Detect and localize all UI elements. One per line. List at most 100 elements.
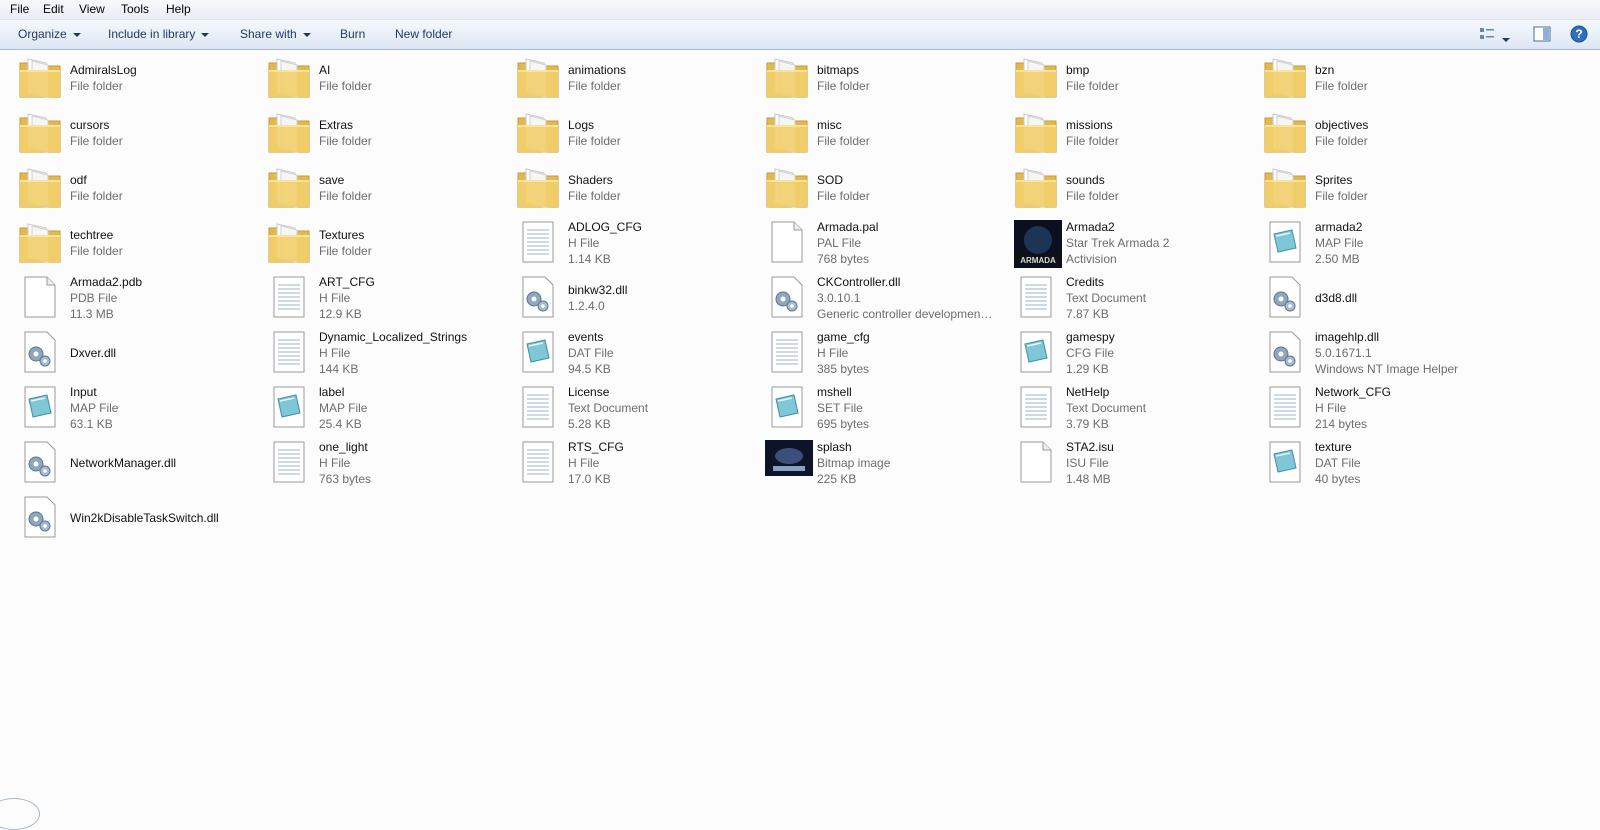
share-with-button[interactable]: Share with xyxy=(240,27,311,41)
folder-item[interactable]: SOD File folder xyxy=(747,160,996,215)
organize-button[interactable]: Organize xyxy=(18,27,81,41)
file-item[interactable]: ARMADA Armada2 Star Trek Armada 2 Activisio… xyxy=(996,215,1245,270)
include-in-library-button[interactable]: Include in library xyxy=(108,27,210,41)
file-item[interactable]: Dxver.dll xyxy=(0,325,249,380)
menu-edit[interactable]: Edit xyxy=(43,2,64,16)
item-detail: 768 bytes xyxy=(817,252,870,266)
folder-item[interactable]: Sprites File folder xyxy=(1245,160,1494,215)
file-item[interactable]: events DAT File 94.5 KB xyxy=(498,325,747,380)
file-item[interactable]: label MAP File 25.4 KB xyxy=(249,380,498,435)
folder-icon xyxy=(267,55,315,103)
file-item[interactable]: d3d8.dll xyxy=(1245,270,1494,325)
folder-item[interactable]: AI File folder xyxy=(249,50,498,105)
menu-help[interactable]: Help xyxy=(166,2,191,16)
item-detail: File folder xyxy=(319,79,372,93)
folder-item[interactable]: bzn File folder xyxy=(1245,50,1494,105)
item-name: save xyxy=(319,173,345,187)
file-item[interactable]: Win2kDisableTaskSwitch.dll xyxy=(0,490,249,545)
preview-pane-icon[interactable] xyxy=(1533,26,1551,45)
folder-icon xyxy=(18,220,66,268)
file-item[interactable]: texture DAT File 40 bytes xyxy=(1245,435,1494,490)
view-dropdown-chevron-icon[interactable] xyxy=(1502,32,1510,46)
file-item[interactable]: NetworkManager.dll xyxy=(0,435,249,490)
folder-item[interactable]: odf File folder xyxy=(0,160,249,215)
folder-item[interactable]: Extras File folder xyxy=(249,105,498,160)
folder-item[interactable]: missions File folder xyxy=(996,105,1245,160)
file-item[interactable]: armada2 MAP File 2.50 MB xyxy=(1245,215,1494,270)
item-text: mshell SET File 695 bytes xyxy=(817,384,995,432)
folder-item[interactable]: bmp File folder xyxy=(996,50,1245,105)
share-label: Share with xyxy=(240,27,297,41)
folder-item[interactable]: objectives File folder xyxy=(1245,105,1494,160)
file-item[interactable]: NetHelp Text Document 3.79 KB xyxy=(996,380,1245,435)
folder-item[interactable]: Textures File folder xyxy=(249,215,498,270)
file-item[interactable]: STA2.isu ISU File 1.48 MB xyxy=(996,435,1245,490)
menu-file[interactable]: File xyxy=(10,2,29,16)
folder-item[interactable]: misc File folder xyxy=(747,105,996,160)
item-name: NetworkManager.dll xyxy=(70,456,177,470)
file-item[interactable]: mshell SET File 695 bytes xyxy=(747,380,996,435)
new-folder-button[interactable]: New folder xyxy=(395,27,452,41)
text-file-icon xyxy=(267,275,315,323)
item-detail: File folder xyxy=(1066,79,1119,93)
folder-icon xyxy=(1014,110,1062,158)
file-item[interactable]: Input MAP File 63.1 KB xyxy=(0,380,249,435)
file-item[interactable]: game_cfg H File 385 bytes xyxy=(747,325,996,380)
item-name: events xyxy=(568,330,604,344)
burn-button[interactable]: Burn xyxy=(340,27,365,41)
file-item[interactable]: CKController.dll 3.0.10.1 Generic controll… xyxy=(747,270,996,325)
file-item[interactable]: binkw32.dll 1.2.4.0 xyxy=(498,270,747,325)
file-item[interactable]: License Text Document 5.28 KB xyxy=(498,380,747,435)
folder-icon xyxy=(267,220,315,268)
item-name: splash xyxy=(817,440,852,454)
folder-item[interactable]: animations File folder xyxy=(498,50,747,105)
item-name: cursors xyxy=(70,118,110,132)
file-item[interactable]: gamespy CFG File 1.29 KB xyxy=(996,325,1245,380)
file-item[interactable]: imagehlp.dll 5.0.1671.1 Windows NT Image H… xyxy=(1245,325,1494,380)
file-item[interactable]: one_light H File 763 bytes xyxy=(249,435,498,490)
item-detail: File folder xyxy=(319,134,372,148)
folder-item[interactable]: sounds File folder xyxy=(996,160,1245,215)
item-name: ART_CFG xyxy=(319,275,375,289)
file-item[interactable]: Network_CFG H File 214 bytes xyxy=(1245,380,1494,435)
folder-item[interactable]: Shaders File folder xyxy=(498,160,747,215)
help-icon[interactable]: ? xyxy=(1570,25,1588,46)
item-text: Armada2 Star Trek Armada 2 Activision xyxy=(1066,219,1244,267)
item-text: cursors File folder xyxy=(70,117,248,149)
file-item[interactable]: Dynamic_Localized_Strings H File 144 KB xyxy=(249,325,498,380)
item-name: ADLOG_CFG xyxy=(568,220,643,234)
file-item[interactable]: Credits Text Document 7.87 KB xyxy=(996,270,1245,325)
menu-view[interactable]: View xyxy=(79,2,105,16)
menu-tools[interactable]: Tools xyxy=(121,2,149,16)
folder-item[interactable]: bitmaps File folder xyxy=(747,50,996,105)
folder-item[interactable]: Logs File folder xyxy=(498,105,747,160)
folder-item[interactable]: cursors File folder xyxy=(0,105,249,160)
file-item[interactable]: splash Bitmap image 225 KB xyxy=(747,435,996,490)
item-text: Armada.pal PAL File 768 bytes xyxy=(817,219,995,267)
map-file-icon xyxy=(18,385,66,433)
file-item[interactable]: ADLOG_CFG H File 1.14 KB xyxy=(498,215,747,270)
folder-icon xyxy=(516,110,564,158)
item-name: techtree xyxy=(70,228,114,242)
text-file-icon xyxy=(267,440,315,488)
file-item[interactable]: Armada.pal PAL File 768 bytes xyxy=(747,215,996,270)
file-item[interactable]: ART_CFG H File 12.9 KB xyxy=(249,270,498,325)
map-file-icon xyxy=(765,385,813,433)
map-file-icon xyxy=(1263,220,1311,268)
folder-icon xyxy=(1263,110,1311,158)
item-detail: 144 KB xyxy=(319,362,359,376)
folder-item[interactable]: save File folder xyxy=(249,160,498,215)
item-detail: Text Document xyxy=(1066,291,1147,305)
item-text: missions File folder xyxy=(1066,117,1244,149)
item-detail: H File xyxy=(568,236,600,250)
blank-file-icon xyxy=(18,275,66,323)
file-item[interactable]: RTS_CFG H File 17.0 KB xyxy=(498,435,747,490)
item-text: Shaders File folder xyxy=(568,172,746,204)
item-name: Win2kDisableTaskSwitch.dll xyxy=(70,511,219,525)
folder-item[interactable]: techtree File folder xyxy=(0,215,249,270)
svg-text:ARMADA: ARMADA xyxy=(1020,256,1056,265)
file-item[interactable]: Armada2.pdb PDB File 11.3 MB xyxy=(0,270,249,325)
view-options-icon[interactable] xyxy=(1479,26,1495,45)
folder-item[interactable]: AdmiralsLog File folder xyxy=(0,50,249,105)
item-detail: MAP File xyxy=(319,401,368,415)
